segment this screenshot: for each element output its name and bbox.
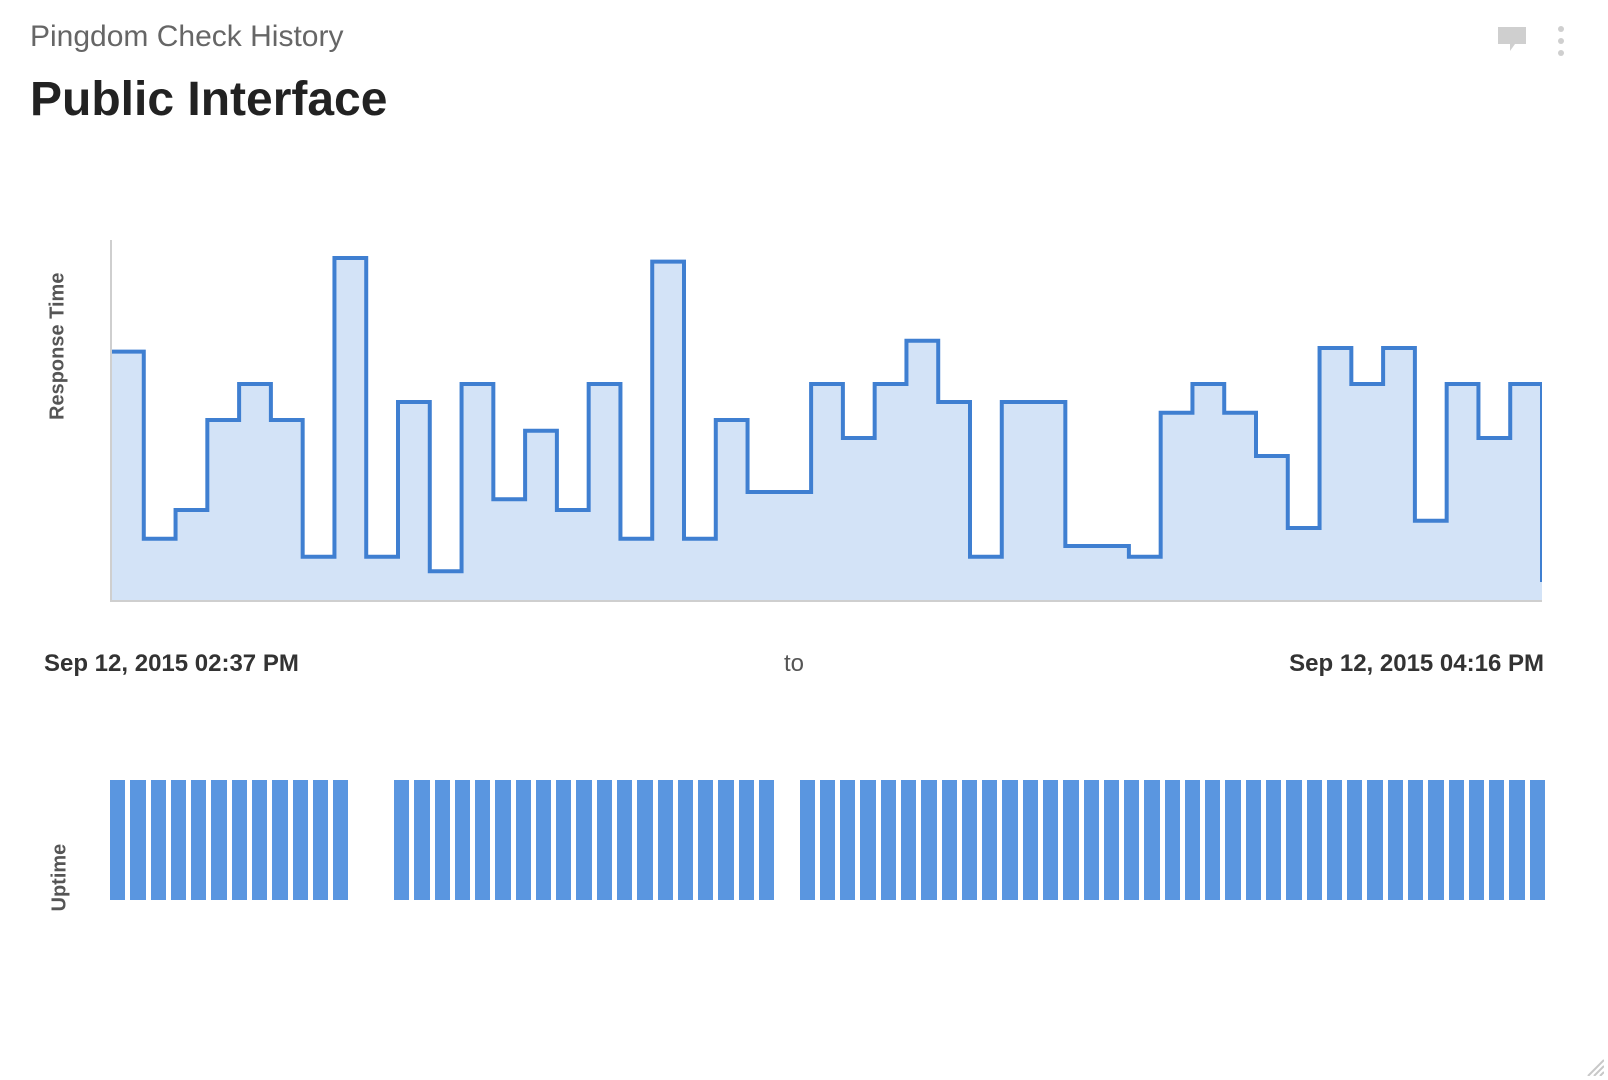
- uptime-bar: [1428, 780, 1443, 900]
- uptime-bar: [495, 780, 510, 900]
- uptime-bar: [1225, 780, 1240, 900]
- date-to: Sep 12, 2015 04:16 PM: [1289, 650, 1544, 678]
- breadcrumb: Pingdom Check History: [30, 20, 387, 54]
- uptime-bar: [597, 780, 612, 900]
- uptime-bar: [982, 780, 997, 900]
- uptime-bar: [313, 780, 328, 900]
- uptime-bar: [1530, 780, 1545, 900]
- uptime-bar: [576, 780, 591, 900]
- uptime-plot-area[interactable]: [110, 780, 1550, 900]
- uptime-bar: [678, 780, 693, 900]
- uptime-bar: [840, 780, 855, 900]
- uptime-bar: [171, 780, 186, 900]
- uptime-ylabel: Uptime: [49, 844, 72, 912]
- uptime-bar: [658, 780, 673, 900]
- uptime-bar: [962, 780, 977, 900]
- comment-icon[interactable]: [1496, 25, 1528, 58]
- uptime-bar: [475, 780, 490, 900]
- uptime-bar: [1286, 780, 1301, 900]
- uptime-bar: [272, 780, 287, 900]
- uptime-bar: [1002, 780, 1017, 900]
- uptime-bar: [1449, 780, 1464, 900]
- uptime-bar: [353, 780, 368, 900]
- uptime-bar: [333, 780, 348, 900]
- uptime-bar: [1124, 780, 1139, 900]
- uptime-bar: [1388, 780, 1403, 900]
- response-time-ylabel: Response Time: [47, 273, 70, 420]
- date-range: Sep 12, 2015 02:37 PM to Sep 12, 2015 04…: [44, 650, 1544, 678]
- uptime-bar: [252, 780, 267, 900]
- uptime-bar: [414, 780, 429, 900]
- uptime-bar: [1104, 780, 1119, 900]
- uptime-bar: [698, 780, 713, 900]
- uptime-bar: [779, 780, 794, 900]
- uptime-bar: [1144, 780, 1159, 900]
- uptime-bar: [374, 780, 389, 900]
- uptime-bar: [1408, 780, 1423, 900]
- uptime-bar: [191, 780, 206, 900]
- response-time-chart: Response Time: [60, 240, 1540, 600]
- uptime-bar: [394, 780, 409, 900]
- uptime-bar: [1489, 780, 1504, 900]
- uptime-chart: Uptime: [60, 780, 1550, 970]
- uptime-bar: [637, 780, 652, 900]
- uptime-bar: [130, 780, 145, 900]
- uptime-bar: [232, 780, 247, 900]
- uptime-bar: [739, 780, 754, 900]
- uptime-bar: [1084, 780, 1099, 900]
- uptime-bar: [1367, 780, 1382, 900]
- uptime-bar: [718, 780, 733, 900]
- uptime-bar: [1469, 780, 1484, 900]
- uptime-bar: [211, 780, 226, 900]
- uptime-bar: [942, 780, 957, 900]
- uptime-bar: [617, 780, 632, 900]
- uptime-bar: [110, 780, 125, 900]
- uptime-bar: [881, 780, 896, 900]
- uptime-bar: [1246, 780, 1261, 900]
- uptime-bar: [536, 780, 551, 900]
- kebab-menu-icon[interactable]: [1554, 22, 1568, 60]
- uptime-bar: [1347, 780, 1362, 900]
- uptime-bar: [556, 780, 571, 900]
- uptime-bar: [1327, 780, 1342, 900]
- uptime-bar: [1165, 780, 1180, 900]
- uptime-bar: [921, 780, 936, 900]
- response-time-plot-area[interactable]: [110, 240, 1542, 602]
- uptime-bar: [759, 780, 774, 900]
- uptime-bar: [1063, 780, 1078, 900]
- uptime-bar: [1185, 780, 1200, 900]
- uptime-bar: [435, 780, 450, 900]
- uptime-bar: [455, 780, 470, 900]
- uptime-bar: [1205, 780, 1220, 900]
- uptime-bar: [516, 780, 531, 900]
- date-to-label: to: [784, 650, 804, 678]
- page-title: Public Interface: [30, 72, 387, 127]
- uptime-bar: [151, 780, 166, 900]
- uptime-bar: [820, 780, 835, 900]
- uptime-bar: [1307, 780, 1322, 900]
- date-from: Sep 12, 2015 02:37 PM: [44, 650, 299, 678]
- uptime-bar: [1023, 780, 1038, 900]
- resize-handle-icon[interactable]: [1582, 1054, 1604, 1076]
- uptime-bar: [800, 780, 815, 900]
- uptime-bar: [1509, 780, 1524, 900]
- uptime-bar: [1043, 780, 1058, 900]
- uptime-bar: [1266, 780, 1281, 900]
- uptime-bar: [860, 780, 875, 900]
- uptime-bar: [901, 780, 916, 900]
- uptime-bar: [293, 780, 308, 900]
